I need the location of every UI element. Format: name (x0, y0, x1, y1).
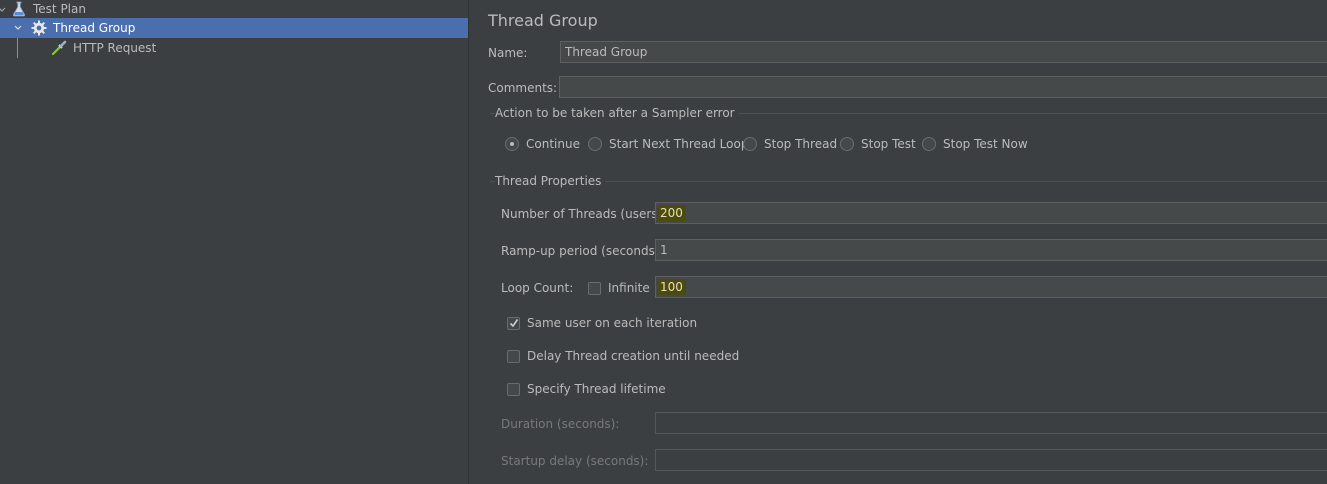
radio-button[interactable] (505, 137, 519, 151)
radio-button[interactable] (588, 137, 602, 151)
infinite-checkbox[interactable] (588, 281, 601, 295)
threads-value: 200 (657, 205, 686, 221)
radio-label: Start Next Thread Loop (609, 137, 749, 151)
chevron-down-icon[interactable] (0, 5, 7, 15)
loop-count-value: 100 (657, 279, 686, 295)
infinite-label: Infinite (608, 281, 650, 295)
tree-item-label: Thread Group (53, 21, 136, 35)
flask-icon (11, 1, 27, 17)
same-user-label: Same user on each iteration (527, 316, 698, 330)
radio-label: Continue (526, 137, 580, 151)
threads-label: Number of Threads (users): (501, 207, 667, 221)
radio-label: Stop Thread (764, 137, 838, 151)
same-user-row[interactable]: Same user on each iteration (507, 315, 697, 331)
gear-icon (31, 20, 47, 36)
tree-item-label: HTTP Request (73, 41, 157, 55)
pipette-icon (51, 40, 67, 56)
radio-stop-thread[interactable]: Stop Thread (743, 136, 837, 152)
radio-button[interactable] (743, 137, 757, 151)
thread-properties-legend: Thread Properties (495, 174, 606, 188)
duration-label: Duration (seconds): (501, 417, 620, 431)
thread-lifetime-checkbox[interactable] (507, 382, 520, 396)
name-label: Name: (488, 46, 528, 60)
delay-thread-row[interactable]: Delay Thread creation until needed (507, 348, 739, 364)
rampup-label: Ramp-up period (seconds): (501, 244, 664, 258)
same-user-checkbox[interactable] (507, 316, 520, 330)
thread-lifetime-label: Specify Thread lifetime (527, 382, 666, 396)
startup-delay-field[interactable] (655, 449, 1327, 471)
thread-properties-group-border (490, 181, 1327, 182)
tree-item-thread-group[interactable]: Thread Group (0, 18, 468, 38)
duration-field[interactable] (655, 412, 1327, 434)
thread-group-panel: Thread Group Name: Thread Group Comments… (478, 0, 1327, 484)
chevron-down-icon[interactable] (13, 23, 23, 33)
name-field[interactable]: Thread Group (560, 41, 1327, 63)
radio-stop-test-now[interactable]: Stop Test Now (922, 136, 1028, 152)
rampup-field[interactable]: 1 (655, 239, 1327, 261)
tree-item-test-plan[interactable]: Test Plan (0, 0, 468, 20)
radio-label: Stop Test (861, 137, 916, 151)
radio-button[interactable] (922, 137, 936, 151)
tree-item-http-request[interactable]: HTTP Request (0, 38, 468, 58)
radio-stop-test[interactable]: Stop Test (840, 136, 916, 152)
startup-delay-label: Startup delay (seconds): (501, 454, 649, 468)
threads-field[interactable]: 200 (655, 202, 1327, 224)
loop-count-label: Loop Count: (501, 281, 574, 295)
radio-label: Stop Test Now (943, 137, 1028, 151)
thread-lifetime-row[interactable]: Specify Thread lifetime (507, 381, 666, 397)
loop-count-field[interactable]: 100 (655, 276, 1327, 298)
comments-field[interactable] (559, 76, 1327, 98)
infinite-checkbox-row[interactable]: Infinite (588, 280, 650, 296)
radio-button[interactable] (840, 137, 854, 151)
radio-start-next-thread-loop[interactable]: Start Next Thread Loop (588, 136, 748, 152)
checkmark-icon (509, 318, 519, 327)
radio-continue[interactable]: Continue (505, 136, 580, 152)
comments-label: Comments: (488, 81, 558, 95)
test-plan-tree[interactable]: Test Plan Thread Group HTTP Request (0, 0, 469, 484)
tree-item-label: Test Plan (33, 2, 86, 16)
delay-thread-checkbox[interactable] (507, 349, 520, 363)
page-title: Thread Group (488, 11, 598, 30)
sampler-error-legend: Action to be taken after a Sampler error (495, 106, 739, 120)
delay-thread-label: Delay Thread creation until needed (527, 349, 740, 363)
